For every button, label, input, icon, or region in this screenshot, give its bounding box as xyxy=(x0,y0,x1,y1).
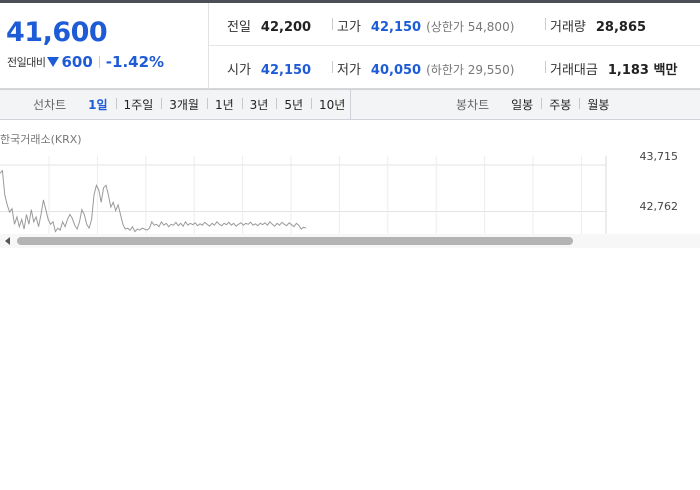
stat-open: 시가 42,150 xyxy=(227,59,311,78)
tab-1year[interactable]: 1년 xyxy=(206,96,242,113)
change-percent: -1.42% xyxy=(105,53,165,71)
scrollbar-thumb[interactable] xyxy=(17,237,573,245)
price-chart: 한국거래소(KRX) 43,715 42,762 xyxy=(0,120,700,248)
tab-10year[interactable]: 10년 xyxy=(311,96,353,113)
tab-weekly[interactable]: 주봉 xyxy=(541,96,579,113)
stat-label: 저가 xyxy=(337,63,361,78)
row-divider xyxy=(209,45,700,46)
tab-3year[interactable]: 3년 xyxy=(241,96,277,113)
candle-chart-title: 봉차트 xyxy=(456,98,490,112)
down-triangle-icon xyxy=(47,57,60,67)
stat-label: 시가 xyxy=(227,63,251,78)
stats-table: 전일 42,200 고가 42,150 (상한가 54,800) 거래량 28,… xyxy=(209,3,700,89)
change-label: 전일대비 xyxy=(7,56,46,69)
divider xyxy=(98,56,100,68)
divider xyxy=(545,18,546,30)
stat-volume: 거래량 28,865 xyxy=(550,16,646,35)
line-chart-tabs: 선차트 1일 1주일 3개월 1년 3년 5년 10년 xyxy=(33,90,353,119)
stat-value: 1,183 백만 xyxy=(607,63,678,78)
divider xyxy=(545,61,546,73)
stat-label: 고가 xyxy=(337,20,361,35)
stat-value: 28,865 xyxy=(595,20,647,35)
tab-group-divider xyxy=(350,90,351,119)
stat-amount: 거래대금 1,183 백만 xyxy=(550,59,677,78)
chevron-left-icon[interactable] xyxy=(5,237,10,245)
price-line xyxy=(0,169,307,233)
change-value: 600 xyxy=(61,53,93,71)
current-price: 41,600 xyxy=(6,17,108,48)
stat-value: 40,050 xyxy=(370,63,422,78)
stat-label: 전일 xyxy=(227,20,251,35)
quote-panel: 41,600 전일대비 600 -1.42% 전일 42,200 고가 42,1… xyxy=(0,3,700,89)
chart-scrollbar[interactable] xyxy=(0,234,700,248)
stat-sub: (하한가 29,550) xyxy=(426,63,515,77)
y-tick-label-mid: 42,762 xyxy=(639,200,679,213)
tab-5year[interactable]: 5년 xyxy=(276,96,311,113)
chart-line-layer xyxy=(0,169,307,233)
stat-label: 거래량 xyxy=(550,20,586,35)
stat-value: 42,150 xyxy=(370,20,422,35)
stat-sub: (상한가 54,800) xyxy=(426,20,515,34)
stat-value: 42,200 xyxy=(260,20,312,35)
price-box: 41,600 전일대비 600 -1.42% xyxy=(0,3,209,89)
stat-label: 거래대금 xyxy=(550,63,598,78)
tab-3month[interactable]: 3개월 xyxy=(161,96,207,113)
stat-value: 42,150 xyxy=(260,63,312,78)
tab-1week[interactable]: 1주일 xyxy=(115,96,162,113)
line-chart-title: 선차트 xyxy=(33,98,67,112)
chart-tab-bar: 선차트 1일 1주일 3개월 1년 3년 5년 10년 봉차트 일봉 주봉 월봉 xyxy=(0,89,700,120)
chart-canvas xyxy=(0,156,607,234)
change-row: 전일대비 600 -1.42% xyxy=(7,53,164,71)
stat-low: 저가 40,050 (하한가 29,550) xyxy=(337,59,514,78)
tab-daily[interactable]: 일봉 xyxy=(503,96,541,113)
y-tick-label-top: 43,715 xyxy=(639,150,679,163)
stat-high: 고가 42,150 (상한가 54,800) xyxy=(337,16,514,35)
tab-monthly[interactable]: 월봉 xyxy=(579,96,617,113)
divider xyxy=(332,61,333,73)
stat-prev-close: 전일 42,200 xyxy=(227,16,311,35)
divider xyxy=(332,18,333,30)
candle-chart-tabs: 봉차트 일봉 주봉 월봉 xyxy=(456,90,617,119)
tab-1day[interactable]: 1일 xyxy=(80,96,115,113)
